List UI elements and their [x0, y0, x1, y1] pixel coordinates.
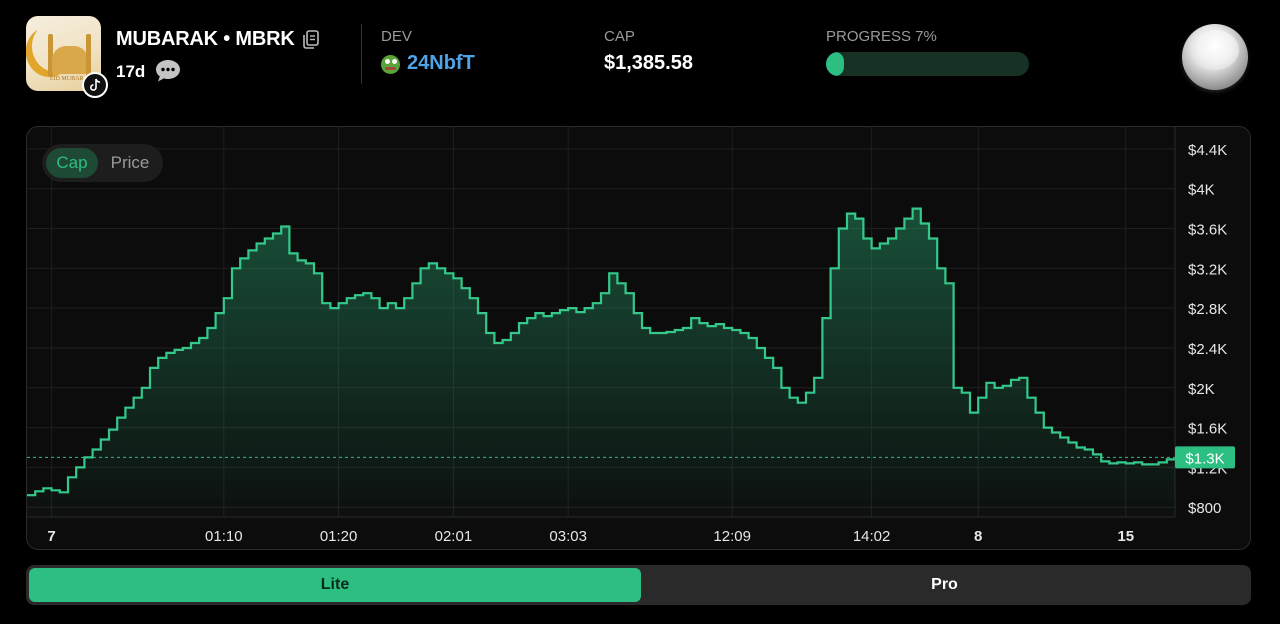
y-tick-label: $4.4K — [1188, 142, 1227, 159]
cap-price-toggle[interactable]: Cap Price — [42, 144, 163, 182]
header-divider — [361, 24, 362, 84]
copy-icon[interactable] — [300, 28, 322, 50]
user-avatar-button[interactable] — [1182, 24, 1248, 90]
mosque-icon — [52, 46, 88, 74]
comment-icon[interactable] — [154, 58, 182, 84]
progress-label: PROGRESS 7% — [826, 28, 937, 45]
toggle-cap-option[interactable]: Cap — [46, 148, 98, 178]
y-tick-label: $2.4K — [1188, 341, 1227, 358]
x-tick-label: 14:02 — [853, 528, 891, 545]
token-name: MUBARAK • MBRK — [116, 28, 295, 50]
pepe-avatar-icon — [381, 55, 400, 74]
y-tick-label: $3.2K — [1188, 261, 1227, 278]
dev-label: DEV — [381, 28, 412, 45]
y-tick-label: $3.6K — [1188, 222, 1227, 239]
y-tick-label: $800 — [1188, 500, 1221, 517]
toggle-price-option[interactable]: Price — [102, 148, 158, 178]
y-tick-label: $4K — [1188, 182, 1215, 199]
dev-link[interactable]: 24NbfT — [407, 52, 475, 75]
progress-fill — [826, 52, 844, 76]
x-tick-label: 8 — [974, 528, 982, 545]
tiktok-icon[interactable] — [82, 72, 108, 98]
x-tick-label: 03:03 — [549, 528, 587, 545]
x-tick-label: 15 — [1117, 528, 1134, 545]
token-header: EID MUBARAK MUBARAK • MBRK 17d DEV 24Nbf… — [0, 0, 1280, 110]
bonding-progress-bar — [826, 52, 1029, 76]
lite-mode-button[interactable]: Lite — [29, 568, 641, 602]
x-tick-label: 01:20 — [320, 528, 358, 545]
y-tick-label: $2.8K — [1188, 301, 1227, 318]
x-tick-label: 01:10 — [205, 528, 243, 545]
current-value-label: $1.3K — [1185, 450, 1224, 467]
y-tick-label: $2K — [1188, 381, 1215, 398]
x-tick-label: 7 — [47, 528, 55, 545]
area-fill — [27, 208, 1175, 517]
minaret-icon — [86, 34, 91, 76]
chart-panel[interactable]: $4.4K $4K $3.6K $3.2K $2.8K $2.4K $2K $1.6K $1.2… — [26, 126, 1251, 550]
x-tick-label: 02:01 — [435, 528, 473, 545]
mode-switch: Lite Pro — [26, 565, 1251, 605]
cap-value: $1,385.58 — [604, 52, 693, 74]
cap-label: CAP — [604, 28, 635, 45]
token-age: 17d — [116, 62, 146, 81]
y-tick-label: $1.6K — [1188, 421, 1227, 438]
pro-mode-button[interactable]: Pro — [641, 568, 1248, 602]
x-tick-label: 12:09 — [713, 528, 751, 545]
market-cap-chart[interactable]: $4.4K$4K$3.6K$3.2K$2.8K$2.4K$2K$1.6K$1.2… — [27, 127, 1251, 550]
